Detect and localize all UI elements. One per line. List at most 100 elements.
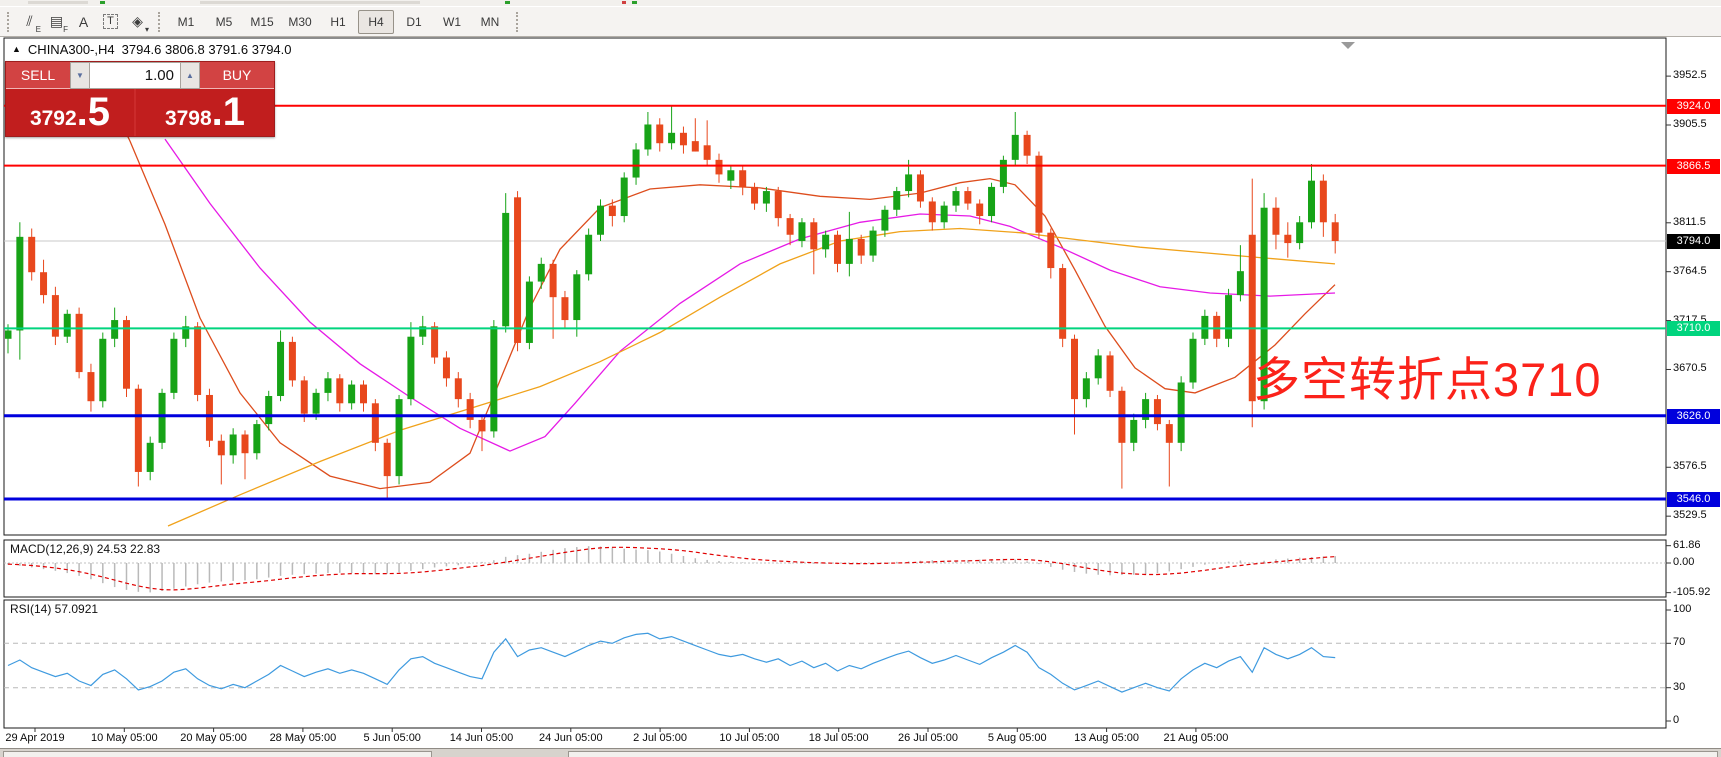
time-axis-label: 10 May 05:00: [91, 732, 158, 744]
price-level-chip: 3924.0: [1667, 99, 1720, 114]
timeframe-button-w1[interactable]: W1: [434, 10, 470, 34]
candle-body: [1296, 222, 1303, 243]
timeframe-button-m30[interactable]: M30: [282, 10, 318, 34]
volume-decrease-button[interactable]: ▼: [70, 62, 90, 89]
candle-body: [739, 170, 746, 187]
candle-body: [218, 441, 225, 456]
candle-body: [301, 380, 308, 413]
macd-indicator-label: MACD(12,26,9) 24.53 22.83: [10, 542, 160, 556]
price-level-chip: 3866.5: [1667, 159, 1720, 174]
status-fragment: [3, 751, 432, 757]
candle-body: [431, 326, 438, 357]
price-tick-label: 3529.5: [1673, 509, 1707, 521]
price-tick-label: 3905.5: [1673, 118, 1707, 130]
candle-body: [277, 342, 284, 396]
fibonacci-retracement-icon[interactable]: ▤F: [43, 10, 70, 34]
price-level-chip: 3546.0: [1667, 492, 1720, 507]
candle-body: [597, 206, 604, 235]
time-axis-label: 28 May 05:00: [270, 732, 337, 744]
time-axis-label: 29 Apr 2019: [5, 732, 64, 744]
volume-increase-button[interactable]: ▲: [180, 62, 200, 89]
toolbar-fragment: [100, 1, 105, 4]
toolbar-fragment: [632, 1, 637, 4]
candle-body: [64, 314, 71, 337]
price-tick-label: 3670.5: [1673, 362, 1707, 374]
candle-body: [1308, 181, 1315, 223]
candle-body: [1213, 316, 1220, 339]
price-level-chip: 3626.0: [1667, 409, 1720, 424]
panel-border: [4, 600, 1666, 728]
candle-body: [1190, 339, 1197, 383]
ma-slow-red[interactable]: [95, 68, 1335, 488]
candle-body: [870, 231, 877, 256]
candle-body: [289, 342, 296, 380]
buy-button[interactable]: BUY: [200, 62, 274, 89]
candle-body: [1083, 378, 1090, 399]
collapse-triangle-icon[interactable]: ▲: [12, 44, 21, 54]
equidistant-channel-icon[interactable]: ⫽E: [16, 10, 43, 34]
candle-body: [514, 197, 521, 343]
candle-body: [1071, 339, 1078, 399]
candle-body: [372, 403, 379, 443]
candle-body: [1332, 222, 1339, 241]
candle-body: [929, 201, 936, 222]
candle-body: [1000, 160, 1007, 187]
buy-price-button[interactable]: 3798 .1: [136, 89, 274, 136]
candle-body: [265, 396, 272, 424]
candle-body: [1225, 295, 1232, 339]
timeframe-button-mn[interactable]: MN: [472, 10, 508, 34]
candle-body: [834, 235, 841, 264]
ma-orange[interactable]: [168, 229, 1335, 527]
toolbar-grip[interactable]: [158, 12, 160, 32]
text-icon[interactable]: A: [70, 10, 97, 34]
status-fragment: [568, 751, 1718, 757]
trading-terminal-window: ⫽E▤FAT◈▾ M1M5M15M30H1H4D1W1MN ▲ CHINA300…: [0, 0, 1721, 757]
time-axis-label: 26 Jul 05:00: [898, 732, 958, 744]
timeframe-button-d1[interactable]: D1: [396, 10, 432, 34]
moving-averages: [95, 68, 1335, 526]
clipped-toolbar-row: [0, 0, 1721, 6]
sell-button[interactable]: SELL: [6, 62, 70, 89]
candle-body: [1107, 355, 1114, 390]
candle-body: [230, 434, 237, 455]
panel-border: [4, 540, 1666, 597]
candle-body: [1035, 156, 1042, 233]
timeframe-button-h4[interactable]: H4: [358, 10, 394, 34]
toolbar-grip[interactable]: [7, 12, 9, 32]
text-label-icon[interactable]: T: [97, 10, 124, 34]
candle-body: [348, 385, 355, 404]
timeframe-button-m1[interactable]: M1: [168, 10, 204, 34]
candle-body: [1284, 235, 1291, 243]
candle-body: [1154, 399, 1161, 424]
candle-body: [479, 420, 486, 431]
time-axis-label: 18 Jul 05:00: [809, 732, 869, 744]
timeframe-button-m15[interactable]: M15: [244, 10, 280, 34]
candle-body: [609, 206, 616, 216]
toolbar-fragment: [505, 1, 510, 4]
buy-price-main: 3798: [165, 107, 212, 131]
candle-body: [561, 297, 568, 320]
macd-axis-label: 61.86: [1673, 539, 1701, 551]
buy-price-frac: .1: [212, 93, 245, 131]
candle-body: [798, 222, 805, 241]
candle-body: [194, 326, 201, 395]
volume-input[interactable]: 1.00: [90, 62, 180, 89]
symbol-period-label: CHINA300-,H4: [28, 42, 115, 57]
candle-body: [1201, 316, 1208, 339]
ohlc-values: 3794.6 3806.8 3791.6 3794.0: [122, 42, 292, 57]
chart-text-annotation[interactable]: 多空转折点3710: [1253, 341, 1602, 410]
toolbar-grip[interactable]: [516, 12, 518, 32]
candle-body: [976, 204, 983, 216]
timeframe-button-h1[interactable]: H1: [320, 10, 356, 34]
candle-body: [111, 320, 118, 339]
time-axis-label: 5 Aug 05:00: [988, 732, 1047, 744]
toolbar-fragment: [28, 1, 88, 4]
toolbar-fragment: [200, 1, 420, 4]
candle-body: [5, 330, 12, 338]
shapes-icon[interactable]: ◈▾: [124, 10, 151, 34]
candle-body: [893, 191, 900, 210]
timeframe-button-m5[interactable]: M5: [206, 10, 242, 34]
sell-price-button[interactable]: 3792 .5: [6, 89, 134, 136]
candle-body: [988, 187, 995, 216]
candle-body: [585, 235, 592, 275]
